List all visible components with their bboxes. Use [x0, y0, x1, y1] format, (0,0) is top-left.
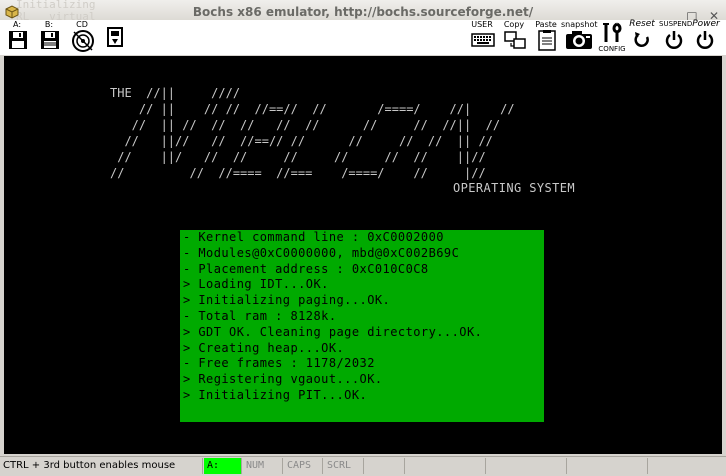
- floppy-a-icon: [9, 31, 27, 49]
- kernel-log-line: > Registering vgaout...OK.: [183, 372, 383, 387]
- snapshot-button[interactable]: snapshot: [561, 20, 598, 54]
- status-cell-7: [487, 458, 567, 474]
- kernel-log-line: - Total ram : 8128k.: [183, 308, 337, 323]
- os-label: OPERATING SYSTEM: [453, 181, 575, 195]
- paste-button[interactable]: Paste: [532, 20, 560, 54]
- floppy-b-label: B:: [44, 20, 54, 29]
- cdrom-icon: [72, 30, 94, 52]
- kernel-log-line: > Initializing PIT...OK.: [183, 387, 368, 402]
- keyboard-icon: [471, 33, 495, 47]
- power-icon: [696, 31, 714, 49]
- mouse-capture-button[interactable]: [100, 20, 128, 54]
- kernel-log-line: - Modules@0xC0000000, mbd@0xC002B69C: [183, 245, 460, 260]
- status-cell-8: [568, 458, 648, 474]
- floppy-a-button[interactable]: A:: [4, 20, 30, 54]
- power-label: Power: [692, 19, 720, 29]
- copy-icon: [504, 31, 526, 49]
- kernel-log-line: > Creating heap...OK.: [183, 340, 345, 355]
- reset-button[interactable]: Reset: [628, 20, 656, 54]
- status-hint: CTRL + 3rd button enables mouse: [0, 458, 203, 474]
- scroll-lock-indicator: SCRL: [324, 458, 364, 474]
- status-cell-6: [406, 458, 486, 474]
- status-cell-5: [365, 458, 405, 474]
- floppy-a-label: A:: [12, 20, 22, 29]
- suspend-label: SUSPEND: [659, 20, 693, 28]
- cdrom-button[interactable]: CD: [68, 20, 96, 54]
- drive-a-indicator: A:: [204, 458, 242, 474]
- power-button[interactable]: Power: [690, 20, 722, 54]
- suspend-button[interactable]: SUSPEND: [659, 20, 693, 54]
- camera-icon: [566, 31, 592, 49]
- kernel-log-line: > Initializing paging...OK.: [183, 293, 391, 308]
- device-icon: [107, 27, 123, 47]
- snapshot-label: snapshot: [561, 20, 598, 29]
- kernel-log-line: > GDT OK. Cleaning page directory...OK.: [183, 324, 483, 339]
- config-label: CONFIG: [598, 45, 626, 53]
- kernel-log-line: - Free frames : 1178/2032: [183, 356, 375, 371]
- suspend-icon: [665, 31, 683, 49]
- os-logo-ascii-art: THE //|| //// // || // // //==// // /===…: [110, 86, 515, 180]
- copy-label: Copy: [503, 20, 525, 29]
- caps-lock-indicator: CAPS: [284, 458, 323, 474]
- status-cell-9: [649, 458, 726, 474]
- config-button[interactable]: CONFIG: [597, 20, 627, 54]
- reset-label: Reset: [629, 19, 655, 29]
- toolbar: A: B: CD USER Copy Paste snapshot CONFIG…: [0, 20, 726, 55]
- user-label: USER: [471, 20, 493, 29]
- kernel-log-line: - Placement address : 0xC010C0C8: [183, 261, 429, 276]
- copy-button[interactable]: Copy: [500, 20, 528, 54]
- floppy-b-icon: [41, 31, 59, 49]
- status-bar: CTRL + 3rd button enables mouse A: NUM C…: [0, 456, 726, 476]
- num-lock-indicator: NUM: [243, 458, 283, 474]
- cdrom-label: CD: [76, 20, 88, 29]
- paste-label: Paste: [535, 20, 557, 29]
- kernel-log-line: - Kernel command line : 0xC0002000: [183, 230, 444, 244]
- window-title: Bochs x86 emulator, http://bochs.sourcef…: [192, 5, 534, 19]
- user-button[interactable]: USER: [468, 20, 496, 54]
- emulator-screen[interactable]: THE //|| //// // || // // //==// // /===…: [4, 56, 722, 454]
- floppy-b-button[interactable]: B:: [36, 20, 62, 54]
- kernel-log-line: > Loading IDT...OK.: [183, 277, 329, 292]
- kernel-log-box: - Kernel command line : 0xC0002000- Modu…: [180, 230, 544, 422]
- reset-icon: [634, 32, 649, 47]
- paste-icon: [538, 30, 556, 51]
